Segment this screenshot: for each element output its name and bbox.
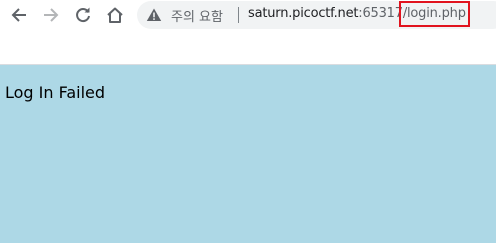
home-button[interactable]: [103, 3, 127, 27]
page-content: Log In Failed: [0, 65, 496, 243]
bookmarks-bar: [0, 34, 496, 65]
reload-button[interactable]: [71, 3, 95, 27]
url-host: saturn.picoctf.net: [248, 6, 359, 21]
url-highlight-box: [399, 1, 470, 27]
arrow-left-icon: [11, 8, 26, 22]
back-button[interactable]: [7, 3, 31, 27]
login-status-message: Log In Failed: [5, 83, 106, 102]
arrow-right-icon: [44, 8, 59, 22]
warning-triangle-icon[interactable]: [146, 7, 162, 23]
forward-button[interactable]: [39, 3, 63, 27]
address-separator: [238, 7, 239, 23]
reload-icon: [76, 7, 90, 23]
browser-toolbar: 주의 요함 saturn.picoctf.net:65317/login.php: [0, 0, 496, 34]
security-status-label[interactable]: 주의 요함: [171, 6, 223, 25]
home-icon: [107, 7, 123, 23]
